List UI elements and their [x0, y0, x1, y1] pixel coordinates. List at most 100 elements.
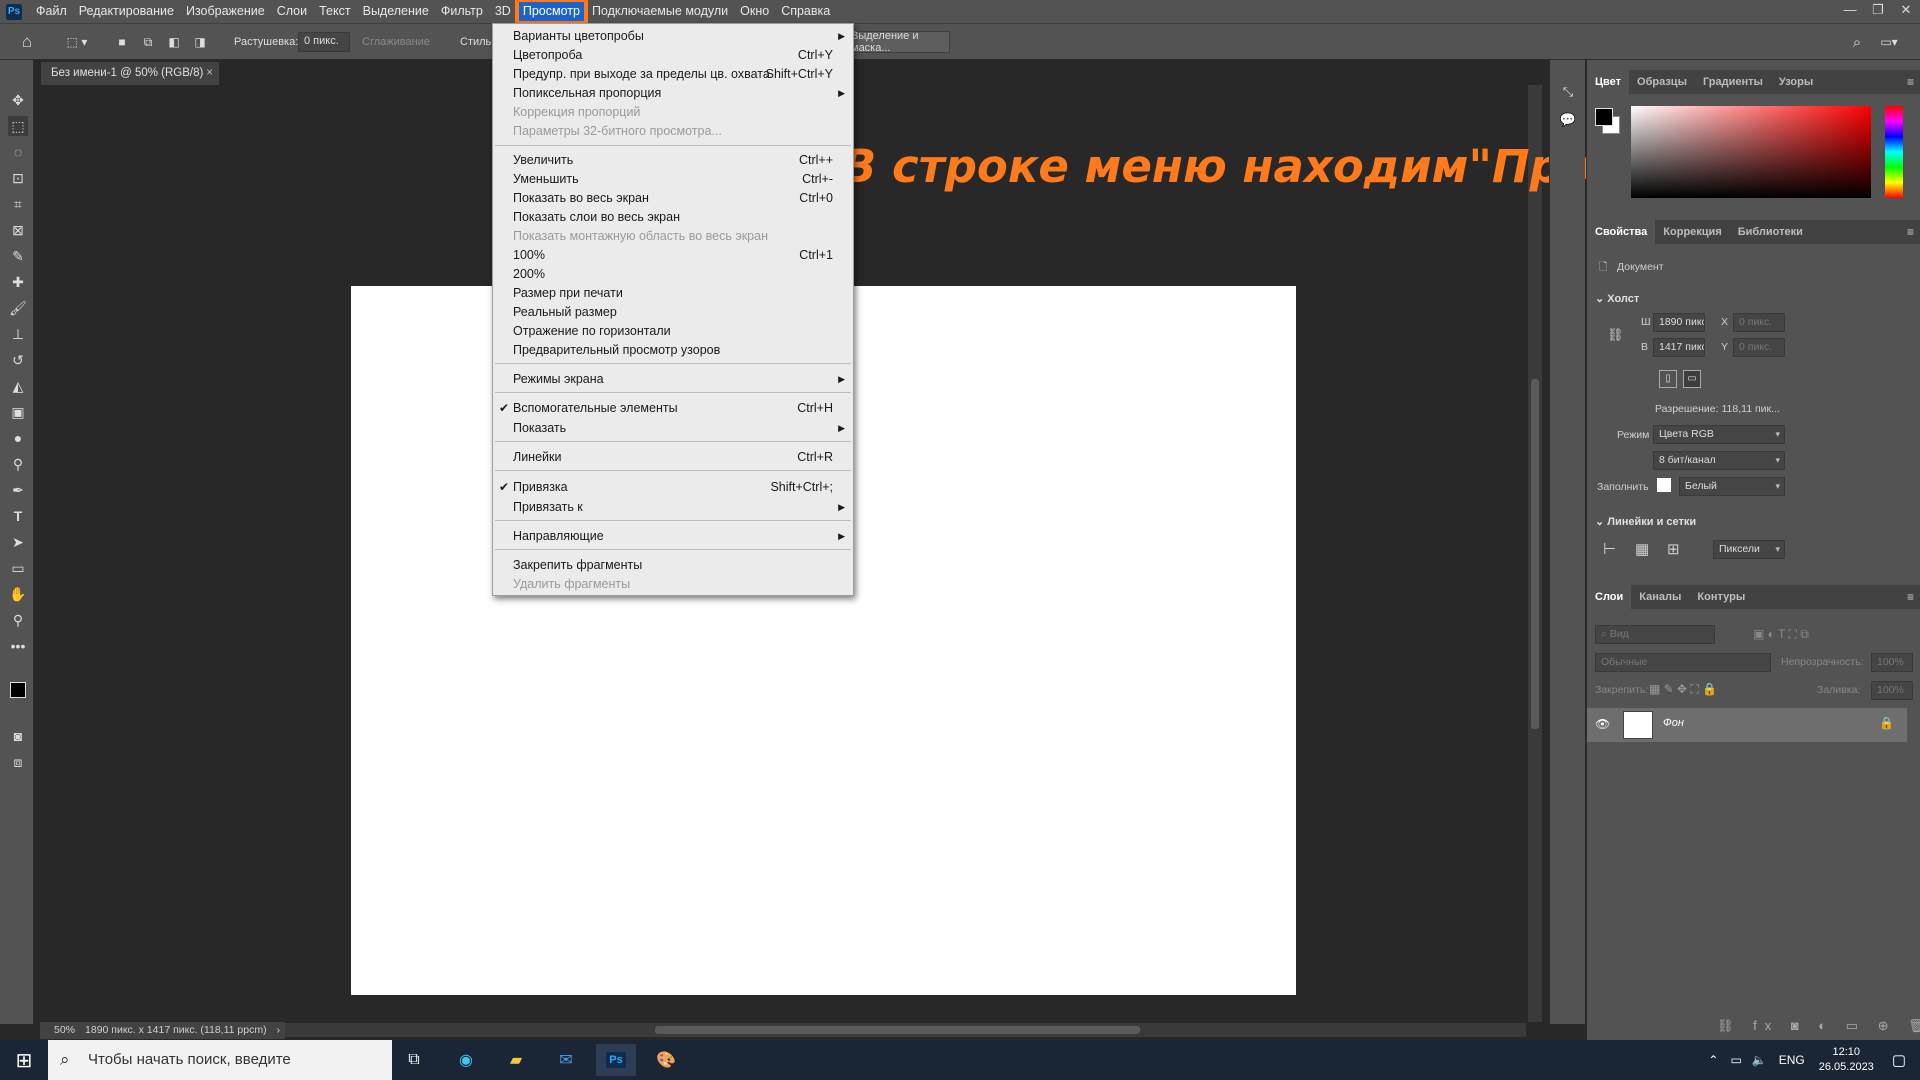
eyedropper-tool-icon[interactable]: ✎ [8, 246, 28, 266]
canvas-height-input[interactable]: 1417 пикс. [1653, 338, 1705, 357]
home-icon[interactable]: ⌂ [14, 31, 40, 53]
menu-item-zoom-out[interactable]: Уменьшить Ctrl+- [493, 170, 853, 189]
quick-mask-icon[interactable]: ◙ [8, 726, 28, 746]
hue-slider[interactable] [1885, 106, 1903, 198]
opacity-input[interactable]: 100% [1871, 653, 1913, 672]
workspace-icon[interactable]: ▭▾ [1876, 31, 1902, 53]
clone-stamp-tool-icon[interactable]: ⊥ [8, 324, 28, 344]
close-tab-icon[interactable]: × [206, 62, 213, 85]
photoshop-taskbar-icon[interactable]: Ps [596, 1044, 636, 1076]
tab-paths[interactable]: Контуры [1689, 585, 1753, 609]
menu-help[interactable]: Справка [775, 0, 836, 23]
menu-image[interactable]: Изображение [180, 0, 271, 23]
new-selection-icon[interactable]: ■ [112, 31, 132, 53]
blur-tool-icon[interactable]: ● [8, 428, 28, 448]
windows-start-icon[interactable]: ⊞ [4, 1044, 44, 1076]
paint-app-icon[interactable]: 🎨 [646, 1044, 686, 1076]
menu-file[interactable]: Файл [30, 0, 73, 23]
color-field[interactable] [1631, 106, 1871, 198]
status-arrow-icon[interactable]: › [277, 1022, 281, 1039]
menu-item-gamut-warning[interactable]: Предупр. при выходе за пределы цв. охват… [493, 65, 853, 84]
horizontal-scrollbar[interactable] [285, 1023, 1526, 1037]
pen-tool-icon[interactable]: ✒ [8, 480, 28, 500]
menu-item-screen-mode[interactable]: Режимы экрана ▶ [493, 370, 853, 389]
close-window-button[interactable]: ✕ [1892, 0, 1920, 23]
bit-depth-select[interactable]: 8 бит/канал ▾ [1653, 451, 1785, 470]
horizontal-scroll-thumb[interactable] [655, 1026, 1140, 1034]
menu-item-snap[interactable]: ✔ Привязка Shift+Ctrl+; [493, 478, 853, 497]
type-tool-icon[interactable]: T [8, 506, 28, 526]
layer-row[interactable]: 👁 Фон 🔒 [1587, 708, 1907, 742]
crop-tool-icon[interactable]: ⌗ [8, 194, 28, 214]
mail-icon[interactable]: ✉ [546, 1044, 586, 1076]
task-view-icon[interactable]: ⧉ [394, 1044, 434, 1076]
panel-menu-icon[interactable]: ≡ [1907, 220, 1914, 244]
zoom-tool-icon[interactable]: ⚲ [8, 610, 28, 630]
menu-item-fit-screen[interactable]: Показать во весь экран Ctrl+0 [493, 189, 853, 208]
menu-item-proof-setup[interactable]: Варианты цветопробы ▶ [493, 27, 853, 46]
menu-item-flip-horizontal[interactable]: Отражение по горизонтали [493, 322, 853, 341]
file-explorer-icon[interactable]: ▰ [496, 1044, 536, 1076]
add-selection-icon[interactable]: ⧉ [138, 31, 158, 53]
portrait-orientation-icon[interactable]: ▯ [1659, 370, 1677, 388]
search-icon[interactable]: ⌕ [1846, 31, 1868, 53]
menu-window[interactable]: Окно [734, 0, 775, 23]
menu-item-snap-to[interactable]: Привязать к ▶ [493, 498, 853, 517]
tab-libraries[interactable]: Библиотеки [1730, 220, 1811, 244]
brush-tool-icon[interactable]: 🖌 [8, 298, 28, 318]
menu-view[interactable]: Просмотр [514, 0, 588, 25]
edge-browser-icon[interactable]: ◉ [446, 1044, 486, 1076]
color-mode-select[interactable]: Цвета RGB ▾ [1653, 425, 1785, 444]
minimize-button[interactable]: — [1836, 0, 1864, 23]
vertical-scrollbar[interactable] [1528, 85, 1542, 1022]
input-language[interactable]: ENG [1779, 1053, 1805, 1067]
canvas-y-input[interactable]: 0 пикс. [1733, 338, 1785, 357]
menu-item-zoom-in[interactable]: Увеличить Ctrl++ [493, 151, 853, 170]
menu-layers[interactable]: Слои [271, 0, 313, 23]
menu-item-print-size[interactable]: Размер при печати [493, 284, 853, 303]
grid-icon[interactable]: ▦ [1635, 540, 1649, 558]
rulers-grids-section-header[interactable]: ⌄ Линейки и сетки [1595, 515, 1696, 528]
marquee-tool-icon[interactable]: ⬚ [8, 116, 28, 136]
subtract-selection-icon[interactable]: ◧ [164, 31, 184, 53]
network-icon[interactable]: ▭ [1730, 1053, 1741, 1067]
volume-icon[interactable]: 🔈 [1752, 1053, 1767, 1067]
fill-opacity-input[interactable]: 100% [1871, 681, 1913, 700]
tab-patterns[interactable]: Узоры [1771, 70, 1821, 94]
tab-color[interactable]: Цвет [1587, 70, 1630, 94]
layer-filter-icons[interactable]: ▣ ◐ T ⛶ ⧉ [1753, 627, 1809, 642]
taskbar-search-input[interactable]: ⌕ Чтобы начать поиск, введите [48, 1040, 392, 1080]
menu-text[interactable]: Текст [313, 0, 356, 23]
panel-menu-icon[interactable]: ≡ [1907, 585, 1914, 609]
canvas-width-input[interactable]: 1890 пикс. [1653, 313, 1705, 332]
eraser-tool-icon[interactable]: ◭ [8, 376, 28, 396]
history-brush-tool-icon[interactable]: ↺ [8, 350, 28, 370]
antialias-checkbox[interactable]: Сглаживание [362, 31, 430, 53]
history-panel-icon[interactable]: ⤡ [1558, 82, 1578, 102]
chevron-up-icon[interactable]: ⌃ [1708, 1053, 1718, 1067]
screen-mode-icon[interactable]: ⧈ [8, 752, 28, 772]
menu-edit[interactable]: Редактирование [73, 0, 180, 23]
feather-input[interactable]: 0 пикс. [298, 32, 350, 52]
panel-menu-icon[interactable]: ≡ [1907, 70, 1914, 94]
layer-filter-search[interactable]: ⌕ Вид [1595, 625, 1715, 644]
fill-select[interactable]: Белый ▾ [1679, 477, 1785, 496]
menu-item-proof-colors[interactable]: Цветопроба Ctrl+Y [493, 46, 853, 65]
canvas-section-header[interactable]: ⌄ Холст [1595, 292, 1639, 305]
dodge-tool-icon[interactable]: ⚲ [8, 454, 28, 474]
menu-3d[interactable]: 3D [489, 0, 517, 23]
layer-name[interactable]: Фон [1663, 717, 1684, 729]
menu-item-100-percent[interactable]: 100% Ctrl+1 [493, 246, 853, 265]
vertical-scroll-thumb[interactable] [1531, 379, 1539, 729]
menu-item-200-percent[interactable]: 200% [493, 265, 853, 284]
healing-brush-tool-icon[interactable]: ✚ [8, 272, 28, 292]
lasso-tool-icon[interactable]: ◌ [8, 142, 28, 162]
ruler-icon[interactable]: ⊢ [1603, 540, 1616, 558]
landscape-orientation-icon[interactable]: ▭ [1683, 370, 1701, 388]
menu-item-guides[interactable]: Направляющие ▶ [493, 527, 853, 546]
tab-gradients[interactable]: Градиенты [1695, 70, 1771, 94]
menu-filter[interactable]: Фильтр [435, 0, 489, 23]
intersect-selection-icon[interactable]: ◨ [190, 31, 210, 53]
canvas-x-input[interactable]: 0 пикс. [1733, 313, 1785, 332]
tab-swatches[interactable]: Образцы [1629, 70, 1695, 94]
